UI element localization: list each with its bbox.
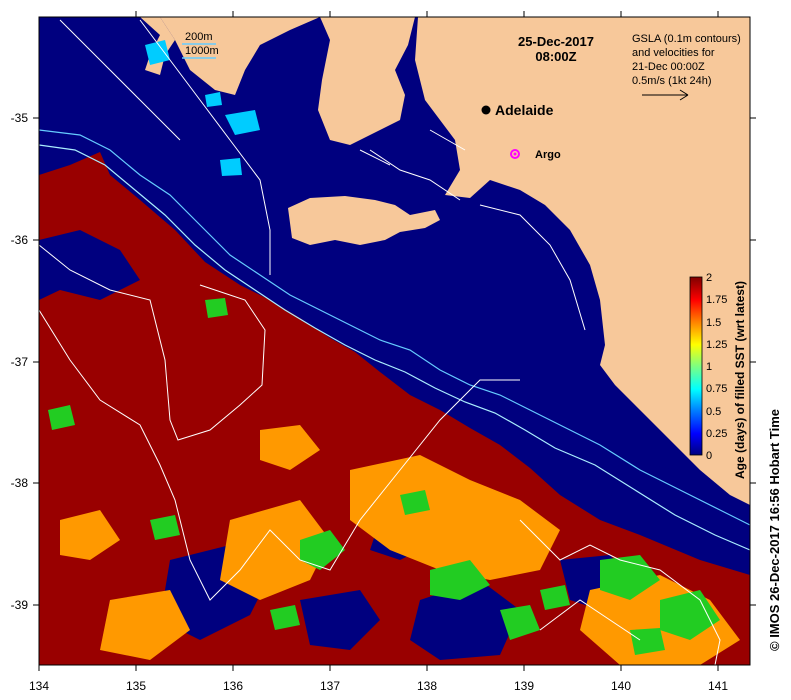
adelaide-marker[interactable] (481, 105, 491, 115)
map-date: 25-Dec-2017 (518, 34, 594, 49)
gsla-note-line: 21-Dec 00:00Z (632, 61, 705, 73)
sst-age-map-figure: 134 135 136 137 138 139 140 141 -35 -36 … (11, 11, 782, 693)
y-tick-label: -36 (11, 233, 29, 247)
colorbar-tick-label: 0.75 (706, 383, 727, 395)
colorbar-tick-label: 2 (706, 272, 712, 284)
x-tick-label: 139 (514, 679, 534, 693)
colorbar-gradient (689, 276, 703, 456)
colorbar-tick-label: 1.75 (706, 294, 727, 306)
colorbar-tick-label: 0.25 (706, 428, 727, 440)
colorbar-tick-label: 0.5 (706, 406, 721, 418)
x-tick-label: 134 (29, 679, 49, 693)
x-tick-label: 137 (320, 679, 340, 693)
colorbar-tick-label: 1.25 (706, 339, 727, 351)
adelaide-label: Adelaide (495, 102, 554, 118)
y-tick-label: -39 (11, 598, 29, 612)
x-axis-labels: 134 135 136 137 138 139 140 141 (29, 679, 728, 693)
y-tick-label: -35 (11, 111, 29, 125)
colorbar-tick-label: 0 (706, 450, 712, 462)
gsla-note-line: and velocities for (632, 47, 715, 59)
gsla-note-line: 0.5m/s (1kt 24h) (632, 75, 711, 87)
legend-200m-label: 200m (185, 31, 213, 43)
imos-credit: © IMOS 26-Dec-2017 16:56 Hobart Time (767, 409, 782, 651)
colorbar-title: Age (days) of filled SST (wrt latest) (733, 281, 747, 479)
y-tick-label: -38 (11, 476, 29, 490)
x-tick-label: 138 (417, 679, 437, 693)
argo-label: Argo (535, 149, 561, 161)
legend-1000m-label: 1000m (185, 45, 219, 57)
x-tick-label: 141 (708, 679, 728, 693)
y-axis-labels: -35 -36 -37 -38 -39 (11, 111, 29, 612)
colorbar-tick-label: 1.5 (706, 317, 721, 329)
y-tick-label: -37 (11, 355, 29, 369)
map-time: 08:00Z (535, 49, 576, 64)
x-tick-label: 135 (126, 679, 146, 693)
colorbar-tick-label: 1 (706, 361, 712, 373)
gsla-note-line: GSLA (0.1m contours) (632, 33, 741, 45)
x-tick-label: 140 (611, 679, 631, 693)
map-plot-area[interactable] (39, 17, 750, 665)
x-tick-label: 136 (223, 679, 243, 693)
